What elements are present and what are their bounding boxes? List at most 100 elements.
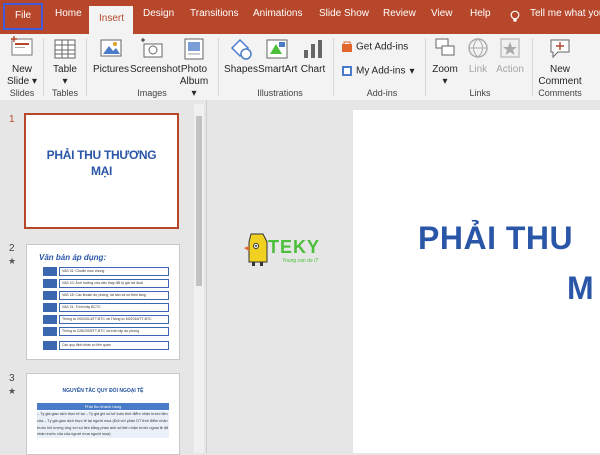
new-comment-button[interactable]: New Comment xyxy=(538,36,582,88)
new-comment-icon xyxy=(550,39,570,59)
tab-review[interactable]: Review xyxy=(383,8,416,19)
group-label-images: Images xyxy=(137,88,167,98)
group-label-illustrations: Illustrations xyxy=(257,88,303,98)
zoom-icon xyxy=(435,38,455,56)
slide2-item-text: Thông tư 200/2014/TT-BTC và Thông tư 53/… xyxy=(59,315,169,324)
tab-file-label: File xyxy=(15,10,32,21)
smartart-label: SmartArt xyxy=(258,64,298,75)
tab-slideshow[interactable]: Slide Show xyxy=(319,8,369,19)
slide2-list-item: VAS 18: Các khoản dự phòng, tài sản và n… xyxy=(43,291,173,300)
slide2-list-item: Thông tư 228/2009/TT-BTC và trích lập dự… xyxy=(43,327,173,336)
shapes-icon xyxy=(230,38,252,60)
group-separator xyxy=(43,38,44,96)
slide2-item-text: Các quy định khác có liên quan xyxy=(59,341,169,350)
slide-title-line1[interactable]: PHẢI THU xyxy=(418,220,573,257)
screenshot-button[interactable]: Screenshot xyxy=(130,36,181,76)
new-slide-icon xyxy=(11,36,33,56)
table-button[interactable]: Table ▾ xyxy=(50,36,80,88)
slide2-list-item: VAS 10: Ảnh hưởng của việc thay đổi tỷ g… xyxy=(43,279,173,288)
slide2-list-item: VAS 01: Chuẩn mực chung xyxy=(43,267,173,276)
group-separator xyxy=(86,38,87,96)
tab-file[interactable]: File xyxy=(3,3,43,30)
store-icon xyxy=(342,41,352,52)
slide2-item-text: VAS 10: Ảnh hưởng của việc thay đổi tỷ g… xyxy=(59,279,169,288)
slide-thumbnail-1[interactable]: PHẢI THU THƯƠNG MẠI xyxy=(24,113,179,229)
table-icon xyxy=(54,39,76,59)
teky-logo-text: TEKY xyxy=(268,237,321,257)
lightbulb-icon xyxy=(510,10,520,22)
slide2-item-text: VAS 18: Các khoản dự phòng, tài sản và n… xyxy=(59,291,169,300)
slide1-title-line1: PHẢI THU THƯƠNG xyxy=(46,148,157,162)
tab-home[interactable]: Home xyxy=(55,8,82,19)
link-label: Link xyxy=(468,64,488,75)
zoom-label: Zoom xyxy=(432,64,458,75)
slide-number-2: 2 xyxy=(9,243,15,254)
chart-button[interactable]: Chart xyxy=(298,36,328,76)
slide-thumbnail-2[interactable]: Văn bản áp dụng: VAS 01: Chuẩn mực chung… xyxy=(26,244,180,360)
group-separator xyxy=(425,38,426,96)
photo-album-button[interactable]: Photo Album ▾ xyxy=(176,36,212,100)
scrollbar-thumb[interactable] xyxy=(196,116,202,286)
slide2-list-item: VAS 21: Trình bày BCTC xyxy=(43,303,173,312)
current-slide-canvas[interactable] xyxy=(353,110,600,453)
chevron-shape xyxy=(43,291,57,300)
my-addins-icon xyxy=(342,66,352,76)
smartart-button[interactable]: SmartArt xyxy=(258,36,298,76)
screenshot-icon xyxy=(141,38,163,58)
slide2-animation-star: ★ xyxy=(8,256,17,266)
slide-title-line2[interactable]: M xyxy=(567,270,594,307)
group-label-links: Links xyxy=(469,88,491,98)
shapes-button[interactable]: Shapes xyxy=(224,36,258,76)
tab-design[interactable]: Design xyxy=(143,8,174,19)
get-addins-label: Get Add-ins xyxy=(356,41,409,53)
link-button[interactable]: Link xyxy=(464,36,492,76)
slide2-item-text: Thông tư 228/2009/TT-BTC và trích lập dự… xyxy=(59,327,169,336)
tell-me-search[interactable]: Tell me what you xyxy=(530,8,600,19)
slide-number-3: 3 xyxy=(9,373,15,384)
slide3-animation-star: ★ xyxy=(8,386,17,396)
action-label: Action xyxy=(496,64,524,75)
shapes-label: Shapes xyxy=(224,64,258,75)
slide-number-1: 1 xyxy=(9,114,15,125)
slide2-list-item: Các quy định khác có liên quan xyxy=(43,341,173,350)
chevron-shape xyxy=(43,279,57,288)
table-label: Table xyxy=(53,64,77,75)
my-addins-dropdown-icon: ▾ xyxy=(409,65,415,77)
pictures-label: Pictures xyxy=(92,64,130,75)
pictures-icon xyxy=(100,39,122,57)
action-button[interactable]: Action xyxy=(494,36,526,76)
photo-album-icon xyxy=(184,38,204,60)
thumbnail-scrollbar[interactable] xyxy=(194,104,204,453)
zoom-button[interactable]: Zoom ▾ xyxy=(430,36,460,88)
group-separator xyxy=(218,38,219,96)
tab-insert[interactable]: Insert xyxy=(89,6,133,34)
tab-help[interactable]: Help xyxy=(470,8,491,19)
chart-icon xyxy=(304,40,322,58)
group-separator xyxy=(532,38,533,96)
slide2-item-text: VAS 21: Trình bày BCTC xyxy=(59,303,169,312)
tab-transitions[interactable]: Transitions xyxy=(190,8,239,19)
tab-view[interactable]: View xyxy=(431,8,453,19)
my-addins-label: My Add-ins xyxy=(356,65,406,77)
link-icon xyxy=(468,38,488,58)
chevron-shape xyxy=(43,315,57,324)
new-comment-label-1: New xyxy=(549,64,570,75)
group-label-tables: Tables xyxy=(51,88,78,98)
group-separator xyxy=(333,38,334,96)
smartart-icon xyxy=(266,39,288,59)
slide3-title: NGUYÊN TẮC QUY ĐỔI NGOẠI TỆ xyxy=(62,388,144,394)
new-comment-label-2: Comment xyxy=(538,76,582,87)
slide-thumbnail-3[interactable]: NGUYÊN TẮC QUY ĐỔI NGOẠI TỆ Phải thu khá… xyxy=(26,373,180,455)
tab-insert-label: Insert xyxy=(99,13,125,24)
new-slide-label-1: New xyxy=(11,64,32,75)
group-label-comments: Comments xyxy=(538,88,582,98)
slide2-list-item: Thông tư 200/2014/TT-BTC và Thông tư 53/… xyxy=(43,315,173,324)
new-slide-label-2: Slide ▾ xyxy=(6,76,38,87)
slide3-body-text: – Tỷ giá giao dịch thực tế tại – Tỷ giá … xyxy=(37,411,169,439)
new-slide-button[interactable]: New Slide ▾ xyxy=(6,36,38,88)
tab-animations[interactable]: Animations xyxy=(253,8,302,19)
chevron-shape xyxy=(43,327,57,336)
get-addins-button[interactable]: Get Add-ins xyxy=(341,41,408,53)
my-addins-button[interactable]: My Add-ins ▾ xyxy=(341,65,415,77)
pictures-button[interactable]: Pictures xyxy=(92,36,130,76)
